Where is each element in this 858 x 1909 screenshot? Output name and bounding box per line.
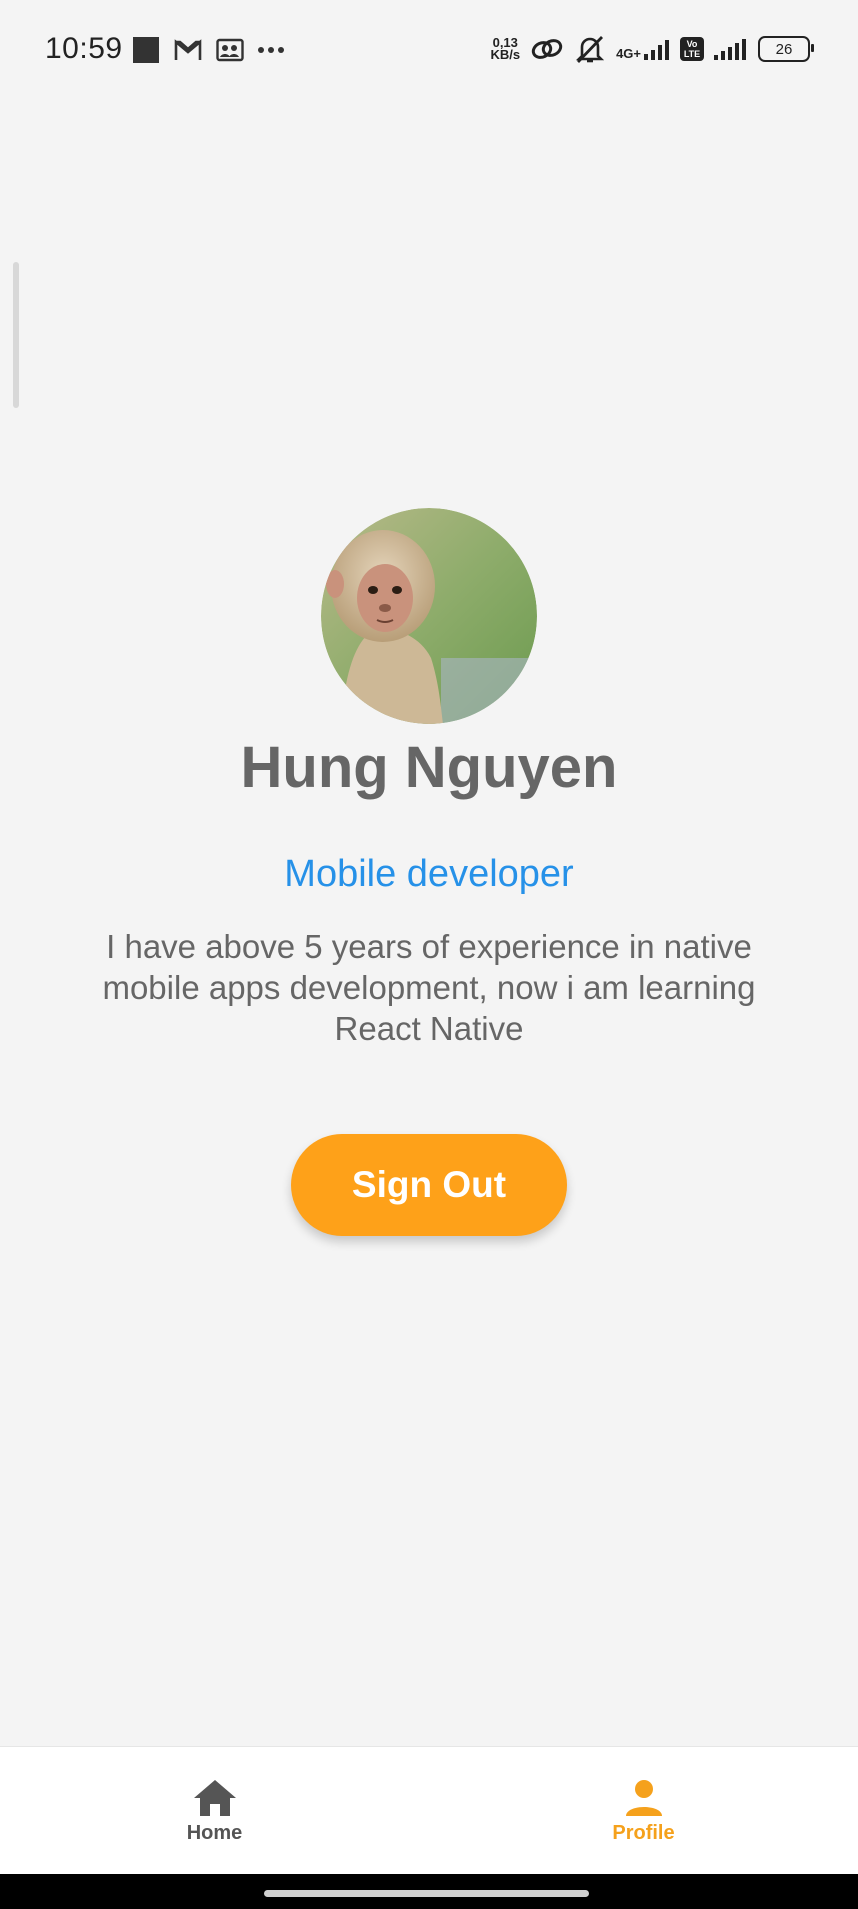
tab-profile-label: Profile (612, 1821, 675, 1844)
battery-level: 26 (775, 40, 793, 58)
system-gesture-bar (0, 1874, 858, 1909)
app-square-icon (133, 37, 159, 63)
profile-name: Hung Nguyen (240, 735, 618, 800)
mute-bell-icon (575, 36, 605, 63)
battery-icon: 26 (758, 36, 814, 62)
status-notification-icons (132, 36, 284, 64)
link-icon (531, 39, 563, 59)
signal-strength-icon-2 (714, 39, 746, 60)
profile-job-title: Mobile developer (284, 853, 574, 895)
profile-section: Hung Nguyen Mobile developer I have abov… (0, 508, 858, 1049)
network-speed: 0,13 KB/s (490, 36, 521, 62)
home-icon (193, 1779, 236, 1816)
photos-icon (216, 38, 244, 62)
status-bar: 10:59 0,13 KB/s 4G+ Vo LTE 26 (0, 0, 858, 104)
mobile-signal-4g: 4G+ (616, 38, 670, 60)
tab-home[interactable]: Home (0, 1747, 429, 1875)
tab-profile[interactable]: Profile (429, 1747, 858, 1875)
status-system-icons: 0,13 KB/s 4G+ Vo LTE 26 (490, 34, 814, 64)
person-icon (625, 1779, 662, 1816)
home-gesture-handle[interactable] (264, 1890, 589, 1897)
sign-out-button[interactable]: Sign Out (291, 1134, 567, 1236)
gmail-icon (174, 39, 202, 60)
status-time: 10:59 (45, 32, 123, 65)
signal-strength-icon (644, 40, 669, 60)
network-speed-unit: KB/s (490, 47, 521, 62)
profile-avatar (321, 508, 537, 724)
tab-home-label: Home (186, 1821, 243, 1844)
bottom-navigation: Home Profile (0, 1746, 858, 1875)
volte-badge: Vo LTE (680, 37, 704, 61)
volte-label: Vo LTE (683, 39, 701, 59)
scroll-indicator (13, 262, 19, 408)
profile-bio: I have above 5 years of experience in na… (102, 928, 756, 1047)
more-notifications-icon (258, 47, 284, 53)
network-type-label: 4G+ (616, 46, 641, 61)
